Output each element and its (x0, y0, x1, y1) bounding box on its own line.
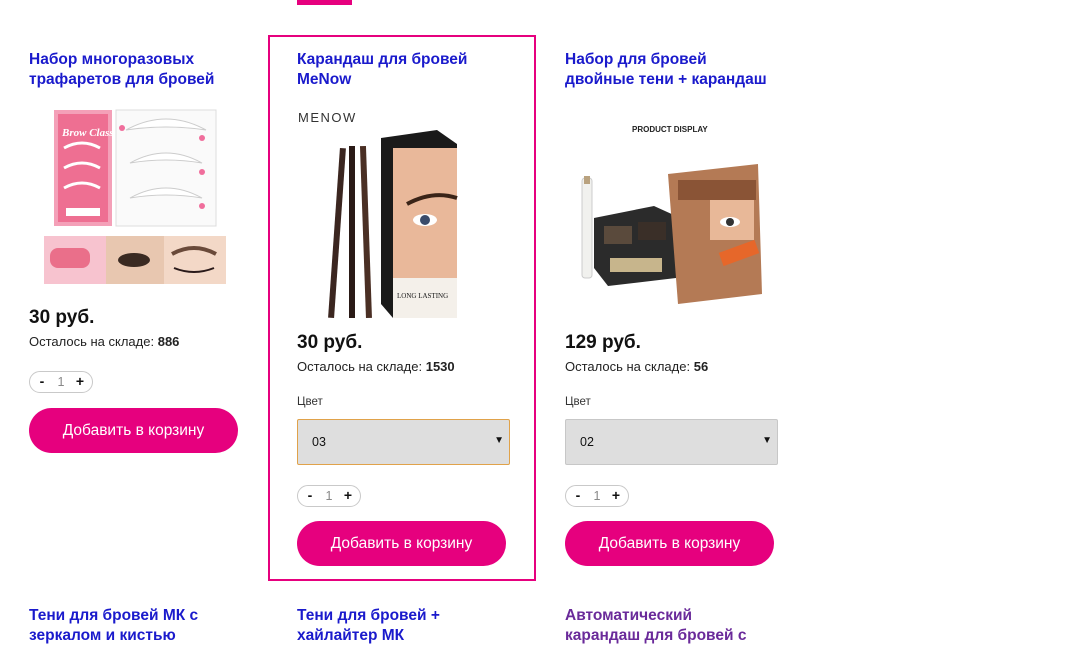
product-image[interactable]: Brow Class (44, 108, 226, 286)
title-line: Набор для бровей (565, 51, 707, 68)
package-text: LONG LASTING (397, 292, 448, 300)
triangle-down-icon: ▼ (494, 435, 504, 446)
quantity-stepper: - 1 + (29, 371, 93, 393)
product-title-link[interactable]: Карандаш для бровей MeNow (297, 50, 467, 90)
stock-info: Осталось на складе: 56 (565, 359, 708, 374)
decrease-button[interactable]: - (302, 487, 318, 503)
title-line: хайлайтер МК (297, 627, 405, 644)
quantity-input[interactable]: 1 (588, 489, 606, 503)
title-line: Тени для бровей + (297, 607, 440, 624)
triangle-down-icon: ▼ (762, 435, 772, 446)
stock-label: Осталось на складе: (29, 334, 155, 349)
color-label: Цвет (565, 396, 591, 408)
title-line: Автоматический (565, 607, 693, 624)
quantity-stepper: - 1 + (565, 485, 629, 507)
title-line: Тени для бровей МК с (29, 607, 199, 624)
product-image[interactable]: MENOW LONG LASTING (297, 108, 509, 320)
quantity-input[interactable]: 1 (52, 375, 70, 389)
title-line: трафаретов для бровей (29, 71, 215, 88)
color-select[interactable]: 03 ▼ (297, 419, 510, 465)
product-price: 30 руб. (297, 332, 363, 353)
stock-label: Осталось на складе: (565, 359, 691, 374)
title-line: карандаш для бровей с (565, 627, 747, 644)
top-accent-bar (297, 0, 352, 5)
product-title-link[interactable]: Тени для бровей МК с зеркалом и кистью (29, 606, 198, 646)
increase-button[interactable]: + (72, 373, 88, 389)
add-to-cart-button[interactable]: Добавить в корзину (565, 521, 774, 566)
product-price: 129 руб. (565, 332, 641, 353)
color-select-value: 03 (312, 435, 326, 449)
quantity-stepper: - 1 + (297, 485, 361, 507)
add-to-cart-button[interactable]: Добавить в корзину (29, 408, 238, 453)
stock-info: Осталось на складе: 1530 (297, 359, 455, 374)
title-line: двойные тени + карандаш (565, 71, 767, 88)
brand-text: Brow Class (61, 127, 114, 139)
stock-info: Осталось на складе: 886 (29, 334, 179, 349)
product-title-link[interactable]: Автоматический карандаш для бровей с (565, 606, 746, 646)
image-caption: PRODUCT DISPLAY (632, 125, 708, 134)
product-image[interactable]: PRODUCT DISPLAY (570, 118, 770, 316)
decrease-button[interactable]: - (570, 487, 586, 503)
title-line: Карандаш для бровей (297, 51, 468, 68)
increase-button[interactable]: + (340, 487, 356, 503)
stock-value: 886 (157, 334, 180, 349)
product-title-link[interactable]: Набор для бровей двойные тени + карандаш (565, 50, 767, 90)
color-select[interactable]: 02 ▼ (565, 419, 778, 465)
title-line: Набор многоразовых (29, 51, 195, 68)
product-title-link[interactable]: Набор многоразовых трафаретов для бровей (29, 50, 214, 90)
color-label: Цвет (297, 396, 323, 408)
increase-button[interactable]: + (608, 487, 624, 503)
title-line: зеркалом и кистью (29, 627, 176, 644)
quantity-input[interactable]: 1 (320, 489, 338, 503)
stock-value: 56 (693, 359, 709, 374)
title-line: MeNow (297, 71, 352, 88)
stock-label: Осталось на складе: (297, 359, 423, 374)
product-title-link[interactable]: Тени для бровей + хайлайтер МК (297, 606, 440, 646)
add-to-cart-button[interactable]: Добавить в корзину (297, 521, 506, 566)
product-price: 30 руб. (29, 307, 95, 328)
stock-value: 1530 (425, 359, 455, 374)
brand-logo-text: MENOW (298, 110, 357, 125)
decrease-button[interactable]: - (34, 373, 50, 389)
color-select-value: 02 (580, 435, 594, 449)
